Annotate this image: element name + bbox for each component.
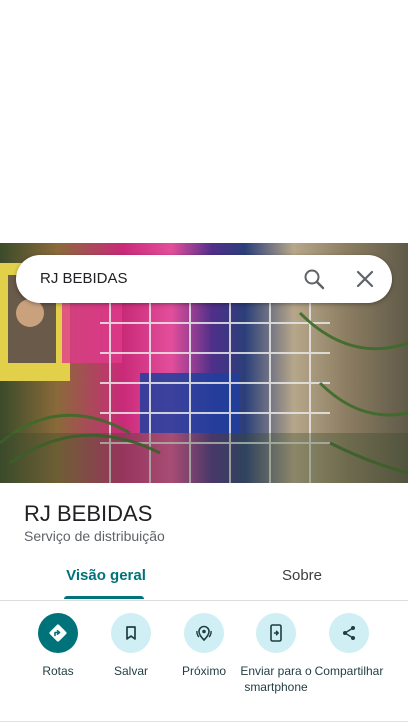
tab-about[interactable]: Sobre [246, 556, 358, 600]
share-icon [329, 613, 369, 653]
directions-label: Rotas [42, 664, 74, 678]
nearby-label: Próximo [181, 664, 226, 678]
tab-overview-label: Visão geral [66, 567, 146, 584]
action-row: Rotas Salvar Próximo Enviar para o smart… [0, 613, 408, 713]
directions-icon [38, 613, 78, 653]
send-to-phone-button[interactable]: Enviar para o smartphone [237, 613, 315, 695]
send-to-phone-label: Enviar para o smartphone [240, 664, 312, 694]
directions-button[interactable]: Rotas [19, 613, 97, 679]
send-to-phone-icon [256, 613, 296, 653]
divider [0, 721, 408, 722]
save-button[interactable]: Salvar [92, 613, 170, 679]
save-label: Salvar [113, 664, 148, 678]
tab-about-label: Sobre [281, 567, 323, 584]
share-label: Compartilhar [314, 664, 384, 678]
nearby-button[interactable]: Próximo [165, 613, 243, 679]
tab-bar: Visão geral Sobre [0, 556, 408, 601]
search-icon[interactable] [302, 267, 326, 291]
share-button[interactable]: Compartilhar [310, 613, 388, 679]
close-icon[interactable] [353, 267, 377, 291]
blank-area [0, 0, 408, 243]
tab-selected-indicator [64, 596, 144, 599]
place-title: RJ BEBIDAS [24, 501, 153, 526]
nearby-icon [184, 613, 224, 653]
search-query[interactable]: RJ BEBIDAS [40, 270, 128, 287]
place-category: Serviço de distribuição [24, 528, 165, 544]
bookmark-icon [111, 613, 151, 653]
tab-overview[interactable]: Visão geral [50, 556, 162, 600]
search-bar[interactable]: RJ BEBIDAS [16, 255, 392, 303]
